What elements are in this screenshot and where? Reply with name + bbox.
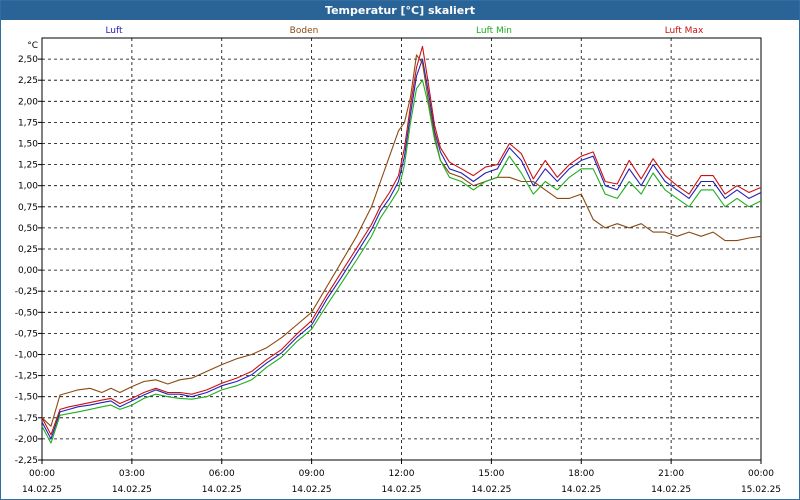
window-title: Temperatur [°C] skaliert	[1, 1, 799, 20]
y-tick-label: 1,25	[18, 161, 38, 171]
y-axis-unit: °C	[27, 41, 38, 51]
y-tick-label: -2,25	[15, 456, 38, 466]
chart: 2,50 2,25 2,00 1,75 1,50 1,25 1,00 0,75 0,50 0,25…	[15, 26, 781, 495]
x-tick-time: 18:00	[568, 469, 594, 479]
legend-item: Luft Max	[665, 26, 704, 36]
legend-item: Boden	[290, 26, 319, 36]
y-tick-label: 1,75	[18, 118, 38, 128]
y-tick-label: 2,00	[18, 97, 38, 107]
x-tick-date: 14.02.25	[202, 485, 242, 495]
y-tick-label: -1,50	[15, 393, 39, 403]
y-tick-label: -1,75	[15, 414, 38, 424]
x-tick-date: 14.02.25	[112, 485, 152, 495]
x-tick-date: 14.02.25	[381, 485, 421, 495]
x-tick-time: 21:00	[658, 469, 684, 479]
x-tick-time: 03:00	[119, 469, 145, 479]
legend-item: Luft	[105, 26, 123, 36]
y-tick-label: 0,75	[18, 203, 38, 213]
y-tick-label: -0,75	[15, 329, 38, 339]
x-tick-date: 14.02.25	[22, 485, 62, 495]
x-tick-time: 15:00	[478, 469, 504, 479]
y-tick-label: -0,25	[15, 287, 38, 297]
y-tick-label: -1,25	[15, 372, 38, 382]
legend-item: Luft Min	[476, 26, 512, 36]
x-tick-date: 14.02.25	[471, 485, 511, 495]
y-tick-label: 2,50	[18, 55, 38, 65]
x-tick-time: 09:00	[299, 469, 325, 479]
y-tick-label: 1,00	[18, 182, 38, 192]
x-tick-date: 15.02.25	[741, 485, 781, 495]
x-tick-date: 14.02.25	[561, 485, 601, 495]
x-tick-date: 14.02.25	[651, 485, 691, 495]
x-tick-time: 00:00	[29, 469, 55, 479]
y-tick-label: 1,50	[18, 140, 38, 150]
y-tick-label: 0,00	[18, 266, 38, 276]
chart-window: Temperatur [°C] skaliert 2,50 2,25 2,00 1,7…	[0, 0, 800, 500]
x-tick-time: 00:00	[748, 469, 774, 479]
x-tick-time: 06:00	[209, 469, 235, 479]
y-tick-label: 0,25	[18, 245, 38, 255]
x-tick-date: 14.02.25	[292, 485, 332, 495]
y-tick-label: -2,00	[15, 435, 39, 445]
y-tick-label: -1,00	[15, 351, 39, 361]
y-tick-label: 0,50	[18, 224, 38, 234]
y-tick-label: -0,50	[15, 308, 39, 318]
y-tick-label: 2,25	[18, 76, 38, 86]
x-tick-time: 12:00	[389, 469, 415, 479]
